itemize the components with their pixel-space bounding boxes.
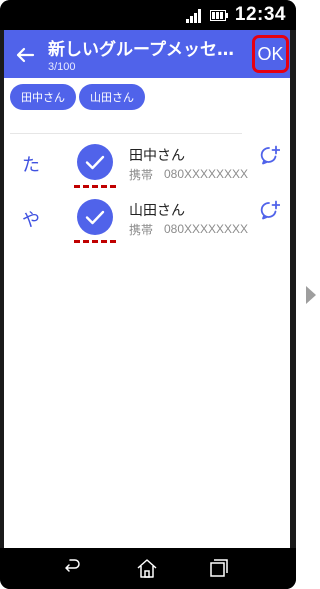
check-circle-icon[interactable]	[76, 198, 114, 236]
page-title: 新しいグループメッセ…	[48, 40, 234, 60]
status-time: 12:34	[234, 4, 286, 25]
chat-add-icon[interactable]	[260, 145, 280, 165]
ok-button[interactable]: OK	[252, 35, 289, 73]
nav-bar	[0, 548, 296, 589]
battery-icon	[210, 10, 228, 21]
phone-number: 080XXXXXXXX	[164, 222, 249, 236]
chat-add-icon[interactable]	[260, 200, 280, 220]
contact-row[interactable]: や 山田さん 携帯 080XXXXXXXX	[4, 188, 290, 248]
next-page-arrow-icon[interactable]	[306, 286, 316, 304]
home-icon[interactable]	[136, 557, 158, 579]
phone-type: 携帯	[129, 168, 154, 182]
recent-apps-icon[interactable]	[210, 559, 228, 577]
selection-count: 3/100	[48, 61, 76, 73]
check-circle-icon[interactable]	[76, 143, 114, 181]
phone-number: 080XXXXXXXX	[164, 167, 249, 181]
nav-back-icon[interactable]	[61, 559, 81, 577]
recipient-chip[interactable]: 山田さん	[79, 84, 145, 110]
phone-type: 携帯	[129, 223, 154, 237]
back-arrow-icon[interactable]	[12, 42, 38, 68]
highlight-dash	[74, 240, 116, 243]
phone-frame: 12:34 新しいグループメッセ… 3/100 OK 田中さん 山田さん た 田…	[0, 0, 296, 589]
signal-icon	[186, 9, 201, 23]
index-letter: や	[22, 210, 40, 231]
contact-name: 田中さん	[129, 148, 185, 164]
contact-name: 山田さん	[129, 203, 185, 219]
contact-row[interactable]: た 田中さん 携帯 080XXXXXXXX	[4, 133, 290, 193]
index-letter: た	[22, 155, 40, 176]
status-bar: 12:34	[0, 0, 296, 30]
recipient-chip[interactable]: 田中さん	[10, 84, 76, 110]
screen: 新しいグループメッセ… 3/100 OK 田中さん 山田さん た 田中さん 携帯…	[4, 30, 290, 548]
app-bar: 新しいグループメッセ… 3/100 OK	[4, 30, 290, 78]
